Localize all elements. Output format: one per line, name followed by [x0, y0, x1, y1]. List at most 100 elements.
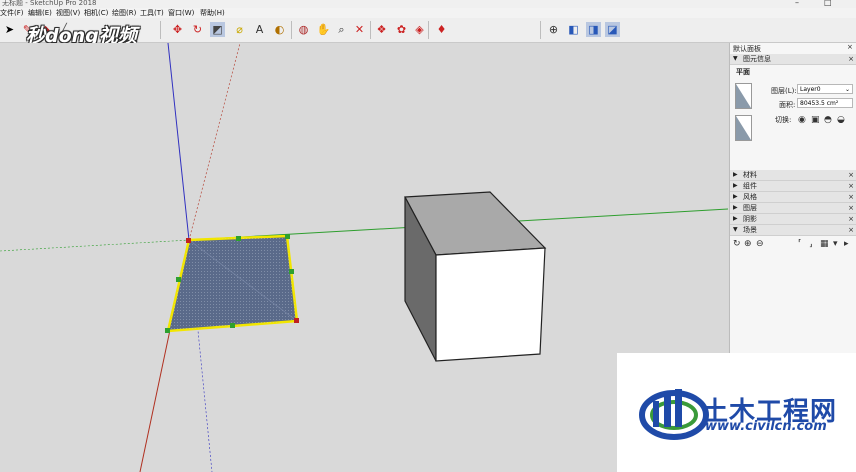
face-grip[interactable]: [236, 236, 241, 241]
face-grip[interactable]: [176, 277, 181, 282]
text-icon[interactable]: A: [252, 22, 267, 37]
visibility-icon[interactable]: ◉: [798, 115, 806, 125]
scene-menu-icon[interactable]: ▸: [844, 239, 849, 249]
title-bar: 无标题 - SketchUp Pro 2018 – □: [0, 0, 856, 8]
warehouse-icon[interactable]: ❖: [374, 22, 389, 37]
panel-label: 阴影: [743, 215, 757, 223]
panel-close-icon[interactable]: ×: [848, 203, 854, 213]
tray-close-icon[interactable]: ×: [847, 43, 853, 51]
panel-shadows[interactable]: ▶ 阴影 ×: [730, 214, 856, 225]
face-grip[interactable]: [294, 318, 299, 323]
logo-url: www.civilcn.com: [705, 419, 827, 434]
zoom-extents-icon[interactable]: ✕: [352, 22, 367, 37]
remove-scene-icon[interactable]: ⊖: [756, 239, 764, 249]
menu-file[interactable]: 文件(F): [0, 8, 24, 18]
details-icon[interactable]: ▾: [833, 239, 838, 249]
extension-icon[interactable]: ✿: [394, 22, 409, 37]
minimize-button[interactable]: –: [795, 0, 799, 7]
panel-close-icon[interactable]: ×: [848, 170, 854, 180]
toolbar-separator: [540, 21, 541, 39]
face-grip[interactable]: [165, 328, 170, 333]
move-scene-down-icon[interactable]: ⸥: [809, 239, 813, 249]
toolbar-separator: [370, 21, 371, 39]
expand-arrow-icon: ▶: [733, 171, 738, 178]
green-axis-negative: [0, 239, 190, 252]
layer-value: Layer0: [800, 86, 821, 93]
ruby-icon[interactable]: ♦: [434, 22, 449, 37]
entity-info-close-icon[interactable]: ×: [848, 54, 854, 64]
orbit-icon[interactable]: ◍: [296, 22, 311, 37]
toolbar-separator: [291, 21, 292, 39]
zoom-icon[interactable]: ⌕: [334, 22, 349, 37]
area-field: 80453.5 cm²: [797, 98, 853, 108]
menu-window[interactable]: 窗口(W): [168, 8, 194, 18]
select-icon[interactable]: ➤: [2, 22, 17, 37]
scale-icon[interactable]: ◩: [210, 22, 225, 37]
menu-help[interactable]: 帮助(H): [200, 8, 225, 18]
blue-axis: [167, 43, 190, 241]
front-material-swatch[interactable]: [735, 83, 752, 109]
front-view-icon[interactable]: ◨: [586, 22, 601, 37]
refresh-scene-icon[interactable]: ↻: [733, 239, 741, 249]
view-options-icon[interactable]: ▦: [820, 239, 829, 249]
collapse-arrow-icon: ▼: [733, 55, 738, 62]
menu-view[interactable]: 视图(V): [56, 8, 80, 18]
layer-select[interactable]: Layer0 ⌄: [797, 84, 853, 94]
panel-components[interactable]: ▶ 组件 ×: [730, 181, 856, 192]
menu-tools[interactable]: 工具(T): [140, 8, 164, 18]
cube-front-face[interactable]: [435, 247, 546, 362]
entity-type: 平面: [736, 68, 750, 76]
site-logo: 土木工程网 www.civilcn.com: [617, 353, 856, 472]
move-icon[interactable]: ✥: [170, 22, 185, 37]
face-grip[interactable]: [186, 238, 191, 243]
face-grip[interactable]: [285, 234, 290, 239]
panel-label: 场景: [743, 226, 757, 234]
receive-shadow-icon[interactable]: ◒: [837, 115, 845, 125]
panel-label: 图层: [743, 204, 757, 212]
iso-view-icon[interactable]: ◧: [566, 22, 581, 37]
red-axis-negative: [188, 43, 241, 241]
panel-scenes[interactable]: ▼ 场景 ×: [730, 225, 856, 236]
panel-close-icon[interactable]: ×: [848, 214, 854, 224]
toolbar-separator: [428, 21, 429, 39]
tray-title: 默认面板: [733, 45, 761, 53]
back-material-swatch[interactable]: [735, 115, 752, 141]
panel-close-icon[interactable]: ×: [848, 225, 854, 235]
panel-label: 材料: [743, 171, 757, 179]
menu-bar: 文件(F) 编辑(E) 视图(V) 相机(C) 绘图(R) 工具(T) 窗口(W…: [0, 8, 856, 18]
panel-label: 风格: [743, 193, 757, 201]
layer-label: 图层(L):: [771, 87, 797, 95]
tape-measure-icon[interactable]: ⌀: [232, 22, 247, 37]
menu-draw[interactable]: 绘图(R): [112, 8, 136, 18]
face-hatch: [168, 236, 297, 331]
panel-label: 组件: [743, 182, 757, 190]
panel-close-icon[interactable]: ×: [848, 192, 854, 202]
menu-edit[interactable]: 编辑(E): [28, 8, 52, 18]
move-scene-up-icon[interactable]: ⸢: [798, 239, 802, 249]
axes-icon[interactable]: ⊕: [546, 22, 561, 37]
entity-info-title: 图元信息: [743, 55, 771, 63]
right-view-icon[interactable]: ◪: [605, 22, 620, 37]
chevron-down-icon: ⌄: [844, 86, 850, 93]
expand-arrow-icon: ▶: [733, 204, 738, 211]
toggle-label: 切换:: [775, 116, 792, 124]
components-icon[interactable]: ◈: [412, 22, 427, 37]
rotate-icon[interactable]: ↻: [190, 22, 205, 37]
cast-shadow-icon[interactable]: ◓: [824, 115, 832, 125]
face-grip[interactable]: [289, 269, 294, 274]
menu-camera[interactable]: 相机(C): [84, 8, 108, 18]
protractor-icon[interactable]: ◐: [272, 22, 287, 37]
maximize-button[interactable]: □: [824, 0, 832, 7]
panel-materials[interactable]: ▶ 材料 ×: [730, 170, 856, 181]
face-grip[interactable]: [230, 323, 235, 328]
entity-info-header[interactable]: ▼ 图元信息 ×: [730, 54, 856, 65]
lock-icon[interactable]: ▣: [811, 115, 820, 125]
panel-close-icon[interactable]: ×: [848, 181, 854, 191]
expand-arrow-icon: ▶: [733, 215, 738, 222]
area-label: 面积:: [779, 101, 796, 109]
panel-styles[interactable]: ▶ 风格 ×: [730, 192, 856, 203]
collapse-arrow-icon: ▼: [733, 226, 738, 233]
panel-layers[interactable]: ▶ 图层 ×: [730, 203, 856, 214]
add-scene-icon[interactable]: ⊕: [744, 239, 752, 249]
pan-icon[interactable]: ✋: [316, 22, 331, 37]
